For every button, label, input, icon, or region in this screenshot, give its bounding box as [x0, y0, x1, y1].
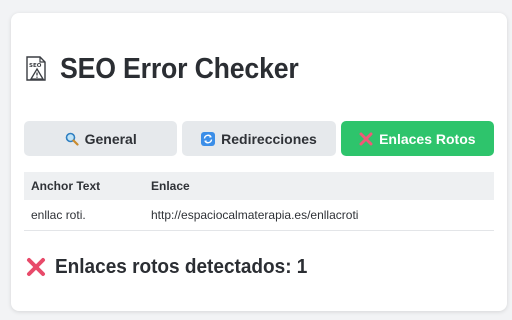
broken-links-table: Anchor Text Enlace enllac roti. http://e…	[24, 172, 494, 231]
column-header-anchor-text: Anchor Text	[24, 172, 144, 200]
red-x-icon	[26, 257, 46, 277]
anchor-text-cell: enllac roti.	[24, 200, 144, 231]
tab-redirecciones-label: Redirecciones	[221, 130, 317, 147]
header: SEO SEO Error Checker	[25, 51, 319, 87]
summary: Enlaces rotos detectados: 1	[26, 255, 321, 279]
magnifier-icon	[65, 132, 79, 146]
red-x-icon	[359, 132, 373, 146]
tab-enlaces-rotos-label: Enlaces Rotos	[379, 130, 476, 147]
link-cell[interactable]: http://espaciocalmaterapia.es/enllacroti	[144, 200, 494, 231]
column-header-enlace: Enlace	[144, 172, 494, 200]
broken-links-count: Enlaces rotos detectados: 1	[55, 255, 308, 278]
tab-bar: General Redirecciones Enlaces Rotos	[24, 121, 494, 156]
svg-text:SEO: SEO	[29, 63, 42, 69]
tab-general-label: General	[84, 130, 137, 147]
page-title: SEO Error Checker	[60, 52, 299, 85]
tab-redirecciones[interactable]: Redirecciones	[182, 121, 336, 156]
tab-general[interactable]: General	[24, 121, 178, 156]
seo-warning-icon: SEO	[25, 56, 47, 82]
table-row: enllac roti. http://espaciocalmaterapia.…	[24, 200, 494, 231]
table-header-row: Anchor Text Enlace	[24, 172, 494, 200]
tab-enlaces-rotos[interactable]: Enlaces Rotos	[340, 121, 494, 156]
refresh-icon	[201, 131, 216, 146]
main-card: SEO SEO Error Checker General Redireccio…	[11, 13, 507, 311]
